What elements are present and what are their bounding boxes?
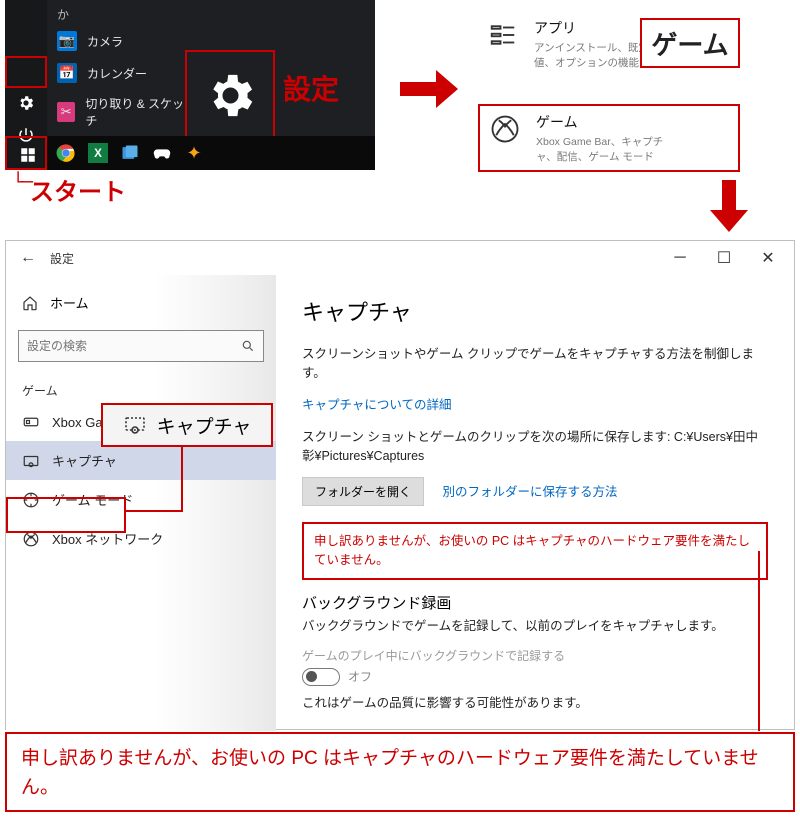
maximize-button[interactable]: ☐ (702, 243, 746, 273)
bg-toggle-label: ゲームのプレイ中にバックグラウンドで記録する (302, 647, 768, 664)
start-app-list: か 📷 カメラ 📅 カレンダー ✂ 切り取り & スケッチ (47, 4, 197, 135)
settings-large-highlight (185, 50, 275, 140)
start-item-label: カメラ (87, 33, 123, 50)
save-location-text: スクリーン ショットとゲームのクリップを次の場所に保存します: C:¥Users… (302, 428, 768, 467)
arrow-down-icon (710, 180, 748, 232)
home-icon (22, 295, 38, 311)
sidebar-capture-highlight (6, 497, 126, 533)
capture-connector (124, 445, 184, 515)
taskbar: X ✦ (47, 136, 375, 170)
toggle-track (302, 668, 340, 686)
bg-recording-heading: バックグラウンド録画 (302, 592, 768, 613)
start-item-snip[interactable]: ✂ 切り取り & スケッチ (47, 89, 197, 135)
start-item-camera[interactable]: 📷 カメラ (47, 25, 197, 57)
controller-icon[interactable] (151, 142, 173, 164)
settings-icon-highlight (5, 56, 47, 88)
sidebar-item-label: キャプチャ (52, 451, 117, 470)
window-title: 設定 (50, 250, 74, 267)
search-input[interactable] (27, 339, 241, 353)
start-item-label: 切り取り & スケッチ (85, 95, 187, 129)
capture-callout: キャプチャ (101, 403, 273, 447)
settings-content: キャプチャ スクリーンショットやゲーム クリップでゲームをキャプチャする方法を制… (276, 275, 794, 731)
excel-icon[interactable]: X (87, 142, 109, 164)
game-bar-icon (22, 413, 40, 431)
svg-text:X: X (94, 147, 102, 160)
error-connector (758, 551, 760, 731)
files-icon[interactable] (119, 142, 141, 164)
start-menu: か 📷 カメラ 📅 カレンダー ✂ 切り取り & スケッチ 設定 X ✦ (5, 0, 375, 170)
bg-toggle[interactable]: オフ (302, 668, 768, 686)
category-title: ゲーム (536, 112, 666, 132)
learn-more-link[interactable]: キャプチャについての詳細 (302, 398, 452, 412)
toggle-state: オフ (348, 668, 372, 685)
arrow-right-icon (400, 70, 458, 108)
app-icon[interactable]: ✦ (183, 142, 205, 164)
category-gaming[interactable]: ゲーム Xbox Game Bar、キャプチャ、配信、ゲーム モード (478, 104, 740, 172)
capture-icon (22, 452, 40, 470)
settings-window: ← 設定 ─ ☐ ✕ ホーム ゲーム Xbox Game Bar (5, 240, 795, 730)
sidebar-home-label: ホーム (50, 293, 89, 312)
sidebar-section: ゲーム (6, 376, 276, 403)
bg-recording-desc: バックグラウンドでゲームを記録して、以前のプレイをキャプチャします。 (302, 617, 768, 636)
error-text: 申し訳ありませんが、お使いの PC はキャプチャのハードウェア要件を満たしていま… (314, 532, 756, 571)
settings-annotation: 設定 (283, 68, 339, 108)
start-item-label: カレンダー (87, 65, 147, 82)
start-button-highlight[interactable] (5, 136, 47, 170)
start-item-calendar[interactable]: 📅 カレンダー (47, 57, 197, 89)
settings-sidebar: ホーム ゲーム Xbox Game Bar キャプチャ ゲーム モード (6, 275, 276, 731)
start-letter[interactable]: か (47, 4, 197, 25)
minimize-button[interactable]: ─ (658, 243, 702, 273)
category-desc: Xbox Game Bar、キャプチャ、配信、ゲーム モード (536, 134, 666, 164)
bg-warning-text: これはゲームの品質に影響する可能性があります。 (302, 694, 768, 713)
search-icon (241, 339, 255, 353)
bottom-error-text: 申し訳ありませんが、お使いの PC はキャプチャのハードウェア要件を満たしていま… (21, 744, 779, 803)
intro-text: スクリーンショットやゲーム クリップでゲームをキャプチャする方法を制御します。 (302, 345, 768, 384)
close-button[interactable]: ✕ (746, 243, 790, 273)
bottom-error-annotation: 申し訳ありませんが、お使いの PC はキャプチャのハードウェア要件を満たしていま… (5, 732, 795, 812)
top-composite: か 📷 カメラ 📅 カレンダー ✂ 切り取り & スケッチ 設定 X ✦ (0, 0, 800, 230)
window-titlebar: ← 設定 ─ ☐ ✕ (6, 241, 794, 275)
sidebar-home[interactable]: ホーム (6, 285, 276, 320)
settings-icon[interactable] (17, 94, 35, 112)
chrome-icon[interactable] (55, 142, 77, 164)
apps-icon (486, 18, 520, 52)
settings-categories: ゲーム アプリ アンインストール、既定値、オプションの機能 ゲーム Xbox G… (478, 12, 740, 200)
capture-callout-label: キャプチャ (157, 412, 252, 439)
page-heading: キャプチャ (302, 295, 768, 327)
xbox-icon (488, 112, 522, 146)
other-folder-link[interactable]: 別のフォルダーに保存する方法 (442, 485, 617, 499)
search-input-wrap[interactable] (18, 330, 264, 362)
error-box: 申し訳ありませんが、お使いの PC はキャプチャのハードウェア要件を満たしていま… (302, 522, 768, 581)
gaming-callout: ゲーム (640, 18, 740, 68)
start-annotation: └─ スタート (12, 172, 126, 207)
back-icon[interactable]: ← (20, 249, 36, 267)
open-folder-button[interactable]: フォルダーを開く (302, 477, 424, 506)
